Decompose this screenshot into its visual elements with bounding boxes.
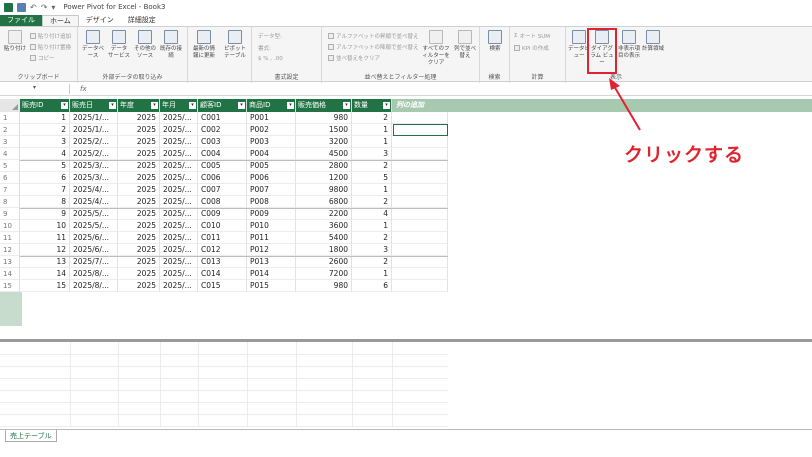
arrow-head [609,78,620,90]
annotation-text: クリックする [624,144,745,166]
arrow-line [613,85,641,131]
annotation-arrow [609,78,641,131]
